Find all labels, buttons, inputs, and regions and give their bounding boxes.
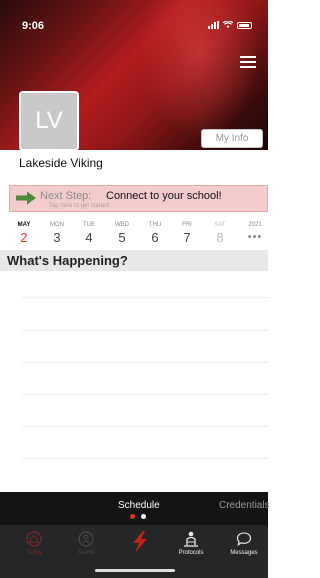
week-calendar: MAY 2 MON 3 TUE 4 WED 5 THU 6 FRI 7 SAT …	[0, 222, 268, 250]
next-step-banner[interactable]: Next Step: Connect to your school! Tap h…	[9, 185, 268, 212]
day-date: 7	[183, 230, 191, 245]
year-label: 2021	[248, 222, 262, 228]
day-name: FRI	[182, 222, 192, 228]
day-name: TUE	[83, 222, 95, 228]
next-step-prefix: Next Step:	[40, 190, 92, 202]
tab-protocols[interactable]: Protocols	[166, 531, 216, 556]
day-name: THU	[148, 222, 162, 228]
avatar[interactable]: LV	[19, 91, 79, 151]
feed-divider	[22, 426, 268, 427]
status-icons	[208, 21, 252, 29]
day-date: 2	[20, 230, 28, 245]
calendar-day[interactable]: TUE 4	[74, 222, 104, 245]
day-name: SAT	[214, 222, 226, 228]
tab-label: Teams	[77, 550, 95, 556]
feed-divider	[22, 394, 268, 395]
tab-today[interactable]: Today	[9, 531, 59, 556]
tab-label: Messages	[230, 550, 258, 556]
tab-label: Today	[25, 550, 42, 556]
brand-logo-icon	[133, 531, 147, 553]
tab-label: Protocols	[178, 550, 204, 556]
day-name: MON	[50, 222, 64, 228]
profile-name: Lakeside Viking	[19, 156, 103, 170]
day-date: 5	[118, 230, 126, 245]
protocols-icon	[184, 531, 198, 547]
day-name: MAY	[17, 222, 31, 228]
day-date: 3	[53, 230, 61, 245]
wifi-icon	[223, 21, 233, 28]
calendar-day[interactable]: SAT 8	[205, 222, 235, 245]
feed-divider	[22, 297, 268, 298]
day-date: 4	[85, 230, 93, 245]
home-indicator	[95, 569, 175, 572]
home-icon	[26, 531, 42, 547]
calendar-day[interactable]: MON 3	[42, 222, 72, 245]
calendar-year: 2021 •••	[241, 222, 269, 244]
tab-messages[interactable]: Messages	[219, 531, 269, 556]
section-header: What's Happening?	[0, 250, 268, 271]
calendar-day[interactable]: WED 5	[107, 222, 137, 245]
tab-brand[interactable]	[115, 530, 165, 554]
hamburger-menu-icon[interactable]	[240, 56, 256, 68]
day-name: WED	[115, 222, 129, 228]
arrow-right-icon	[16, 191, 36, 205]
tab-teams[interactable]: Teams	[61, 531, 111, 556]
chat-bubble-icon	[236, 532, 252, 547]
calendar-day[interactable]: MAY 2	[9, 222, 39, 245]
signal-icon	[208, 21, 219, 29]
status-time: 9:06	[22, 20, 45, 32]
teams-icon	[78, 531, 94, 547]
my-info-button[interactable]: My Info	[201, 129, 263, 148]
tab-schedule[interactable]: Schedule	[118, 500, 160, 511]
day-date: 8	[216, 230, 224, 245]
battery-icon	[237, 21, 252, 29]
feed-divider	[22, 458, 268, 459]
day-date: 6	[151, 230, 159, 245]
calendar-day[interactable]: FRI 7	[172, 222, 202, 245]
more-dots-icon[interactable]: •••	[241, 230, 269, 244]
tab-credentials[interactable]: Credentials	[219, 500, 270, 511]
feed-divider	[22, 330, 268, 331]
next-step-text: Connect to your school!	[106, 190, 222, 202]
calendar-day[interactable]: THU 6	[140, 222, 170, 245]
next-step-subtext: Tap here to get started	[49, 203, 110, 209]
page-dot[interactable]	[141, 514, 146, 519]
feed-divider	[22, 362, 268, 363]
page-dot-active[interactable]	[130, 514, 135, 519]
